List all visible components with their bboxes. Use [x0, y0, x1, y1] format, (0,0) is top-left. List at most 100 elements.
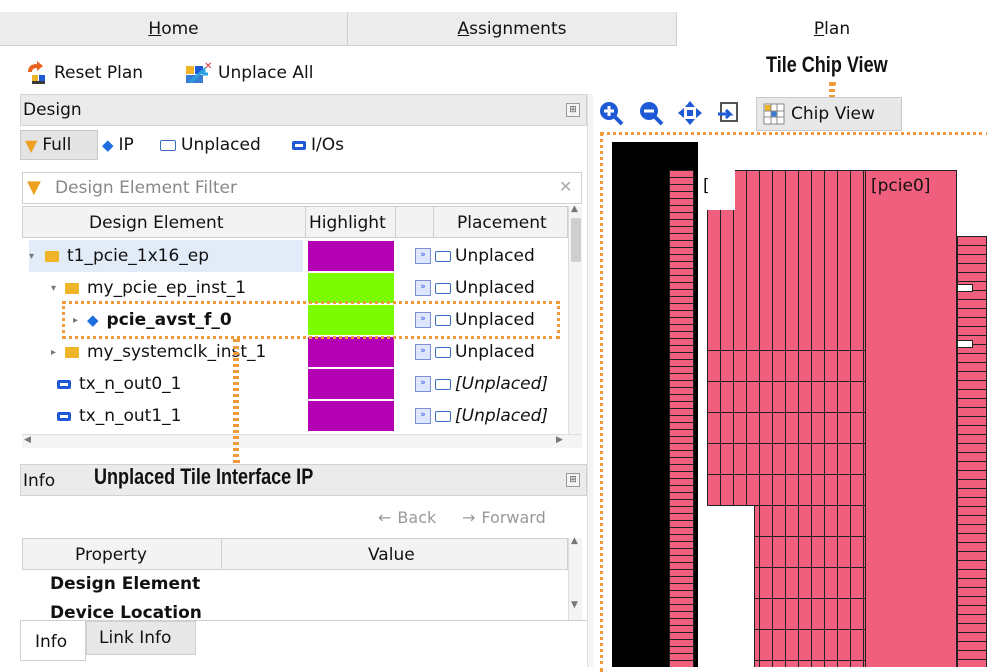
chip-grid-icon: [763, 103, 785, 125]
tab-home[interactable]: Home: [0, 12, 348, 46]
info-table-header: Property Value: [22, 538, 568, 570]
placement-cell[interactable]: » [Unplaced]: [415, 368, 548, 400]
unplaced-icon: [435, 346, 451, 358]
property-design-element: Design Element: [50, 574, 201, 594]
design-table-vscroll[interactable]: ▲: [568, 204, 582, 434]
chip-view-button[interactable]: Chip View: [756, 97, 902, 131]
tab-link-info[interactable]: Link Info: [86, 621, 196, 655]
chip-bracket-gap: [707, 170, 735, 210]
place-arrow-icon[interactable]: »: [415, 280, 431, 296]
design-panel-title: Design: [23, 100, 82, 120]
zoom-out-icon[interactable]: [638, 100, 664, 126]
scroll-up-icon[interactable]: ▲: [571, 204, 578, 214]
scroll-up-icon[interactable]: ▲: [571, 536, 578, 546]
table-row[interactable]: ▾ t1_pcie_1x16_ep » Unplaced: [23, 240, 561, 272]
highlight-swatch[interactable]: [308, 273, 394, 303]
pin-icon[interactable]: ⊞: [566, 473, 580, 487]
splitter-handle[interactable]: [587, 94, 593, 667]
tab-home-rest: ome: [161, 19, 199, 39]
zoom-in-icon[interactable]: [598, 100, 624, 126]
col-property[interactable]: Property: [75, 545, 147, 565]
callout-tile-chip-view: Tile Chip View: [766, 52, 888, 77]
col-divider: [305, 207, 306, 237]
folder-icon: [45, 250, 59, 262]
reset-plan-button[interactable]: Reset Plan: [24, 56, 143, 90]
fit-view-icon[interactable]: [716, 100, 742, 126]
placement-cell[interactable]: » Unplaced: [415, 336, 535, 368]
place-arrow-icon[interactable]: »: [415, 376, 431, 392]
row-name-cell[interactable]: ▾ t1_pcie_1x16_ep: [29, 240, 303, 272]
chip-tile-column: [669, 170, 694, 667]
placement-cell[interactable]: » [Unplaced]: [415, 400, 548, 432]
search-placeholder: Design Element Filter: [55, 178, 237, 198]
filter-ip-button[interactable]: ◆ IP: [102, 130, 134, 160]
row-name-cell[interactable]: ▾ my_pcie_ep_inst_1: [51, 272, 246, 304]
highlight-swatch[interactable]: [308, 337, 394, 367]
unplace-all-button[interactable]: ✕ Unplace All: [184, 56, 313, 90]
funnel-icon: ▼: [25, 135, 38, 155]
highlight-swatch[interactable]: [308, 369, 394, 399]
forward-arrow-icon: →: [462, 508, 476, 527]
back-button[interactable]: ← Back: [378, 508, 436, 527]
col-placement[interactable]: Placement: [457, 213, 547, 233]
reset-plan-icon: [28, 61, 45, 84]
col-design-element[interactable]: Design Element: [89, 213, 223, 233]
placement-cell[interactable]: » Unplaced: [415, 272, 535, 304]
property-device-location: Device Location: [50, 603, 202, 620]
collapsed-caret-icon[interactable]: ▸: [51, 347, 65, 358]
design-element-filter-input[interactable]: ▼ Design Element Filter ✕: [22, 172, 582, 204]
filter-unplaced-button[interactable]: Unplaced: [160, 130, 261, 160]
highlight-swatch[interactable]: [308, 401, 394, 431]
col-value[interactable]: Value: [368, 545, 415, 565]
place-arrow-icon[interactable]: »: [415, 344, 431, 360]
row-name-cell[interactable]: tx_n_out0_1: [57, 368, 181, 400]
back-arrow-icon: ←: [378, 508, 392, 527]
io-icon: [57, 411, 71, 421]
clear-icon[interactable]: ✕: [559, 177, 572, 196]
placement-cell[interactable]: » Unplaced: [415, 240, 535, 272]
table-row[interactable]: tx_n_out0_1 » [Unplaced]: [23, 368, 561, 400]
scroll-left-icon[interactable]: ◀: [24, 435, 31, 445]
filter-full-button[interactable]: ▼ Full: [20, 130, 98, 160]
pan-icon[interactable]: [677, 100, 703, 126]
funnel-icon: ▼: [27, 177, 41, 198]
design-table-hscroll[interactable]: ◀ ▶: [22, 434, 582, 448]
filter-ios-button[interactable]: I/Os: [292, 130, 344, 160]
callout-unplaced-tile-interface-ip: Unplaced Tile Interface IP: [94, 464, 314, 489]
scroll-down-icon[interactable]: ▼: [571, 600, 578, 610]
col-highlight[interactable]: Highlight: [309, 213, 386, 233]
col-divider: [221, 539, 222, 569]
chip-empty-cutout: [707, 505, 755, 667]
unplaced-icon: [435, 378, 451, 390]
info-table-body: Design Element Device Location: [22, 570, 568, 620]
io-icon: [292, 140, 306, 150]
table-row[interactable]: ▸ my_systemclk_inst_1 » Unplaced: [23, 336, 561, 368]
chip-region-label: [pcie0]: [871, 176, 931, 196]
pin-icon[interactable]: ⊞: [566, 103, 580, 117]
table-row[interactable]: tx_n_out1_1 » [Unplaced]: [23, 400, 561, 432]
info-panel-title: Info: [23, 471, 56, 491]
io-icon: [57, 379, 71, 389]
expand-caret-icon[interactable]: ▾: [51, 283, 65, 294]
chip-pcie0-region[interactable]: [865, 170, 957, 667]
forward-button[interactable]: → Forward: [462, 508, 546, 527]
info-table-vscroll[interactable]: ▲ ▼: [568, 536, 582, 620]
place-arrow-icon[interactable]: »: [415, 408, 431, 424]
tab-assignments[interactable]: Assignments: [348, 12, 677, 46]
tab-plan-rest: lan: [824, 19, 851, 39]
chip-notch: [957, 340, 973, 348]
scroll-right-icon[interactable]: ▶: [556, 435, 563, 445]
unplaced-icon: [435, 282, 451, 294]
highlight-swatch[interactable]: [308, 241, 394, 271]
tab-info[interactable]: Info: [20, 621, 86, 661]
scroll-thumb[interactable]: [571, 218, 581, 262]
chip-notch: [957, 284, 973, 292]
place-arrow-icon[interactable]: »: [415, 248, 431, 264]
tab-plan[interactable]: Plan: [677, 12, 987, 46]
unplaced-icon: [160, 139, 176, 151]
table-row[interactable]: ▾ my_pcie_ep_inst_1 » Unplaced: [23, 272, 561, 304]
row-name-cell[interactable]: tx_n_out1_1: [57, 400, 181, 432]
expand-caret-icon[interactable]: ▾: [29, 251, 43, 262]
folder-icon: [65, 282, 79, 294]
chip-canvas[interactable]: [ [pcie0]: [607, 140, 987, 667]
